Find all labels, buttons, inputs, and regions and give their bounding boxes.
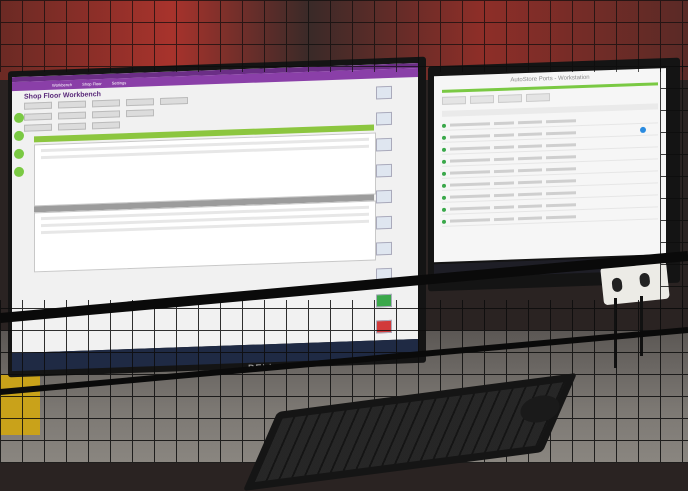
tab[interactable] [442, 96, 466, 105]
field[interactable] [58, 100, 86, 109]
cell [450, 122, 490, 127]
cell [494, 133, 514, 138]
plug [639, 272, 651, 288]
right-monitor: AutoStore Ports - Workstation [428, 57, 680, 292]
status-icon [442, 207, 446, 212]
cell [518, 144, 542, 149]
nav-dot[interactable] [14, 148, 24, 160]
cell [494, 217, 514, 222]
field[interactable] [126, 98, 154, 107]
action-button[interactable] [376, 189, 392, 204]
status-icon [442, 219, 446, 224]
cable [614, 298, 617, 368]
status-icon [442, 123, 446, 128]
cell [450, 158, 490, 163]
cell [518, 216, 542, 221]
status-icon [442, 183, 446, 188]
field[interactable] [92, 110, 120, 119]
side-nav [14, 105, 26, 185]
cable [640, 296, 643, 356]
confirm-button[interactable] [376, 293, 392, 308]
action-button[interactable] [376, 241, 392, 256]
action-button[interactable] [376, 137, 392, 152]
field[interactable] [24, 112, 52, 121]
app-title: AutoStore Ports - Workstation [510, 74, 590, 84]
cell [518, 192, 542, 197]
left-monitor: Workbench Shop Floor Settings Shop Floor… [8, 56, 426, 378]
cell [494, 193, 514, 198]
cell [546, 131, 576, 136]
cell [546, 155, 576, 160]
cell [450, 182, 490, 187]
field[interactable] [126, 109, 154, 118]
cell [494, 169, 514, 174]
power-socket [600, 260, 670, 306]
action-panel [374, 81, 410, 354]
cancel-button[interactable] [376, 319, 392, 334]
cell [450, 134, 490, 139]
left-screen: Workbench Shop Floor Settings Shop Floor… [12, 62, 418, 354]
cell [450, 206, 490, 211]
menu-item[interactable]: Workbench [52, 82, 72, 88]
field[interactable] [160, 97, 188, 105]
right-screen: AutoStore Ports - Workstation [434, 68, 666, 263]
cell [546, 143, 576, 148]
field[interactable] [58, 111, 86, 120]
cell [546, 203, 576, 208]
cell [518, 204, 542, 209]
cell [518, 180, 542, 185]
cell [518, 132, 542, 137]
cell [450, 218, 490, 223]
status-icon [442, 159, 446, 164]
status-icon [442, 147, 446, 152]
cell [546, 119, 576, 124]
action-button[interactable] [376, 163, 392, 178]
cell [450, 170, 490, 175]
cell [546, 167, 576, 172]
cell [518, 120, 542, 125]
cell [494, 157, 514, 162]
cell [494, 145, 514, 150]
plug [611, 277, 623, 293]
cell [494, 205, 514, 210]
yellow-post [0, 375, 40, 435]
cell [518, 168, 542, 173]
cell [518, 156, 542, 161]
tab[interactable] [470, 95, 494, 104]
tab[interactable] [526, 93, 550, 102]
cell [450, 146, 490, 151]
detail-table [34, 200, 376, 273]
field[interactable] [24, 123, 52, 132]
tab[interactable] [498, 94, 522, 103]
field[interactable] [24, 101, 52, 110]
menu-item[interactable]: Settings [112, 80, 126, 86]
nav-dot[interactable] [14, 112, 24, 124]
monitor-brand: DELL [248, 361, 276, 373]
cell [450, 194, 490, 199]
menu-item[interactable]: Shop Floor [82, 81, 102, 87]
nav-dot[interactable] [14, 130, 24, 142]
action-button[interactable] [376, 85, 392, 100]
field[interactable] [58, 122, 86, 131]
cell [546, 179, 576, 184]
cell [546, 215, 576, 220]
cell [494, 121, 514, 126]
cell [546, 191, 576, 196]
status-icon [442, 171, 446, 176]
action-button[interactable] [376, 111, 392, 126]
status-icon [442, 135, 446, 140]
field[interactable] [92, 99, 120, 108]
cell [494, 181, 514, 186]
nav-dot[interactable] [14, 166, 24, 178]
field[interactable] [92, 121, 120, 130]
action-button[interactable] [376, 267, 392, 282]
status-icon [442, 195, 446, 200]
action-button[interactable] [376, 215, 392, 230]
